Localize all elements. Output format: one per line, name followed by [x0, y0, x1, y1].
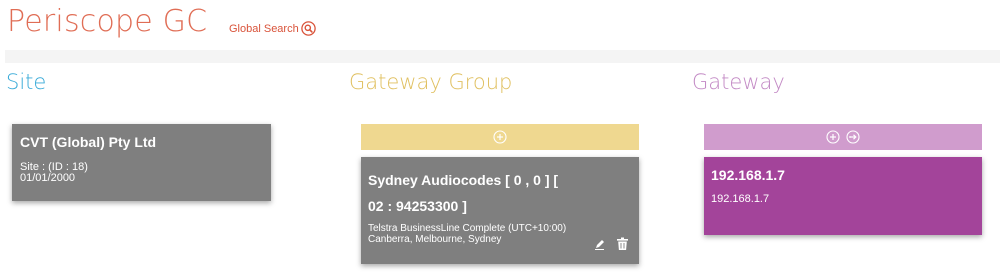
gateway-group-add-bar [361, 124, 639, 150]
gateway-group-card[interactable]: Sydney Audiocodes [ 0 , 0 ] [ 02 : 94253… [361, 157, 639, 264]
app-title: Periscope GC [7, 4, 208, 39]
global-search-link[interactable]: Global Search [229, 21, 316, 36]
gateway-group-name-line2: 02 : 94253300 ] [368, 198, 467, 214]
site-date: 01/01/2000 [20, 172, 76, 184]
gateway-group-detail: Telstra BusinessLine Complete (UTC+10:00… [368, 223, 567, 245]
trash-icon[interactable] [616, 237, 629, 251]
link-gateway-icon[interactable] [846, 130, 860, 144]
site-card[interactable]: CVT (Global) Pty Ltd Site : (ID : 18) 01… [12, 124, 271, 201]
add-gateway-group-icon[interactable] [493, 130, 507, 144]
search-icon[interactable] [300, 21, 316, 36]
gateway-group-column-heading: Gateway Group [349, 70, 513, 94]
site-column-heading: Site [6, 70, 47, 94]
site-name: CVT (Global) Pty Ltd [20, 134, 157, 150]
header-divider [5, 50, 1000, 63]
global-search-label: Global Search [229, 22, 299, 35]
gateway-group-name-line1: Sydney Audiocodes [ 0 , 0 ] [ [368, 172, 559, 188]
add-gateway-icon[interactable] [826, 130, 840, 144]
gateway-card[interactable]: 192.168.1.7 192.168.1.7 [704, 157, 982, 235]
pencil-icon[interactable] [593, 238, 606, 251]
gateway-ip: 192.168.1.7 [711, 193, 770, 205]
gateway-name: 192.168.1.7 [711, 167, 785, 183]
gateway-add-bar [704, 124, 982, 150]
gateway-column-heading: Gateway [692, 70, 785, 94]
